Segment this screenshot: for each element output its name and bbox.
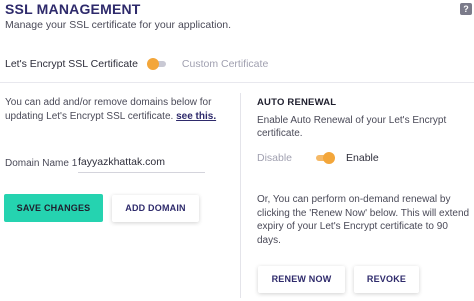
- add-domain-button[interactable]: ADD DOMAIN: [112, 195, 199, 222]
- renew-description: Or, You can perform on-demand renewal by…: [257, 194, 470, 246]
- custom-certificate-label[interactable]: Custom Certificate: [182, 58, 268, 70]
- page-subtitle: Manage your SSL certificate for your app…: [5, 19, 232, 31]
- certificate-type-switch[interactable]: [146, 58, 166, 70]
- auto-renewal-description: Enable Auto Renewal of your Let's Encryp…: [257, 115, 447, 139]
- enable-label[interactable]: Enable: [346, 152, 379, 164]
- save-changes-button[interactable]: SAVE CHANGES: [4, 194, 103, 222]
- revoke-button[interactable]: REVOKE: [354, 266, 419, 293]
- page-title: SSL MANAGEMENT: [5, 1, 141, 17]
- switch-knob: [146, 58, 159, 70]
- auto-renewal-toggle-row: Disable Enable: [257, 151, 379, 165]
- auto-renewal-title: AUTO RENEWAL: [257, 97, 337, 108]
- domain-name-input[interactable]: [78, 153, 205, 173]
- switch-knob: [323, 152, 336, 164]
- column-divider: [240, 93, 241, 298]
- certificate-type-toggle-row: Let's Encrypt SSL Certificate Custom Cer…: [5, 57, 268, 71]
- lets-encrypt-label[interactable]: Let's Encrypt SSL Certificate: [5, 58, 138, 70]
- domains-info: You can add and/or remove domains below …: [5, 96, 220, 124]
- auto-renewal-switch[interactable]: [316, 152, 336, 164]
- section-divider: [0, 82, 474, 83]
- help-icon[interactable]: ?: [460, 3, 472, 15]
- domain-name-label: Domain Name 1: [5, 158, 78, 169]
- renew-now-button[interactable]: RENEW NOW: [258, 266, 345, 293]
- disable-label[interactable]: Disable: [257, 152, 292, 164]
- see-this-link[interactable]: see this.: [176, 111, 216, 122]
